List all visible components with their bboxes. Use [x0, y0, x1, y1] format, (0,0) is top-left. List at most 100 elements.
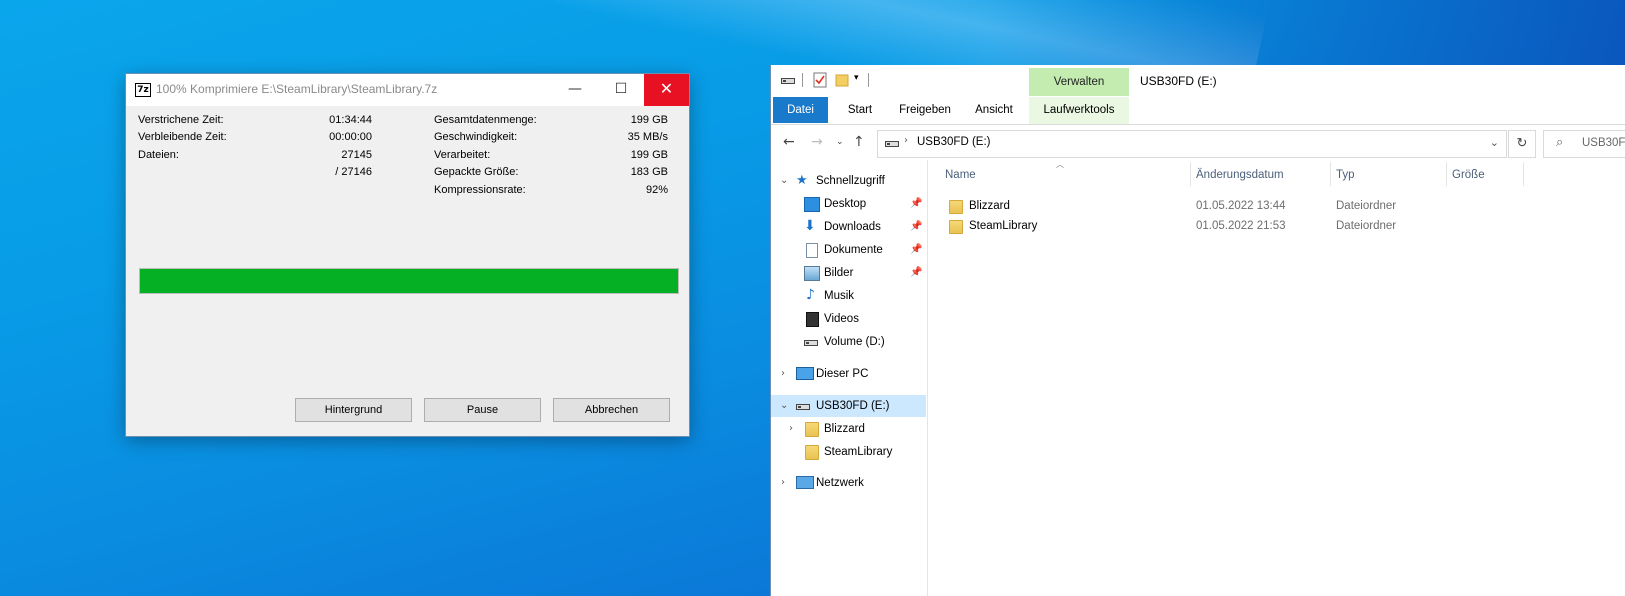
- document-icon: [806, 243, 818, 258]
- dialog-titlebar[interactable]: 7z 100% Komprimiere E:\SteamLibrary\Stea…: [126, 74, 689, 106]
- compression-dialog: 7z 100% Komprimiere E:\SteamLibrary\Stea…: [126, 74, 689, 436]
- minimize-icon: —: [568, 81, 582, 97]
- minimize-button[interactable]: —: [552, 74, 598, 106]
- address-bar[interactable]: › USB30FD (E:) ⌄: [877, 130, 1507, 158]
- column-header-size[interactable]: Größe: [1452, 169, 1485, 181]
- nav-pictures[interactable]: Bilder 📌: [771, 262, 926, 284]
- music-note-icon: ♪: [806, 287, 815, 303]
- tab-start[interactable]: Start: [833, 97, 887, 123]
- star-icon: ★: [796, 172, 808, 187]
- nav-label: SteamLibrary: [824, 446, 893, 458]
- refresh-button[interactable]: ↻: [1508, 130, 1536, 158]
- column-header-type[interactable]: Typ: [1336, 169, 1355, 181]
- close-button[interactable]: ✕: [644, 74, 689, 106]
- pin-icon[interactable]: 📌: [910, 262, 922, 284]
- navigation-bar: ← → ⌄ ↑ › USB30FD (E:) ⌄ ↻ ⌕ USB30FD: [771, 126, 1625, 160]
- tab-share[interactable]: Freigeben: [889, 97, 961, 123]
- file-type: Dateiordner: [1336, 220, 1397, 232]
- drive-icon: [781, 78, 795, 84]
- customize-qat-icon[interactable]: ▾: [854, 73, 859, 83]
- nav-usb-drive[interactable]: ⌄ USB30FD (E:): [771, 395, 926, 417]
- folder-icon: [805, 445, 819, 460]
- cancel-button[interactable]: Abbrechen: [553, 398, 670, 422]
- collapsed-chevron-icon[interactable]: ›: [781, 363, 785, 385]
- table-row[interactable]: Blizzard 01.05.2022 13:44 Dateiordner: [928, 196, 1625, 216]
- window-title: USB30FD (E:): [1140, 74, 1217, 88]
- nav-label: Downloads: [824, 221, 881, 233]
- expanded-chevron-icon[interactable]: ⌄: [780, 395, 788, 417]
- nav-label: Videos: [824, 313, 859, 325]
- breadcrumb-chevron-icon[interactable]: ›: [904, 135, 908, 146]
- compression-ratio-label: Kompressionsrate:: [434, 184, 526, 196]
- nav-music[interactable]: ♪ Musik: [771, 285, 926, 307]
- file-type: Dateiordner: [1336, 200, 1397, 212]
- nav-documents[interactable]: Dokumente 📌: [771, 239, 926, 261]
- nav-label: Volume (D:): [824, 336, 885, 348]
- column-divider[interactable]: [1523, 162, 1524, 186]
- processed-value: 199 GB: [630, 149, 668, 161]
- up-icon[interactable]: ↑: [853, 134, 865, 150]
- maximize-button[interactable]: ☐: [598, 74, 644, 106]
- progress-bar: [139, 268, 679, 294]
- files-label: Dateien:: [138, 149, 179, 161]
- pause-button[interactable]: Pause: [424, 398, 541, 422]
- nav-label: USB30FD (E:): [816, 400, 890, 412]
- new-folder-icon[interactable]: [835, 73, 849, 87]
- folder-icon: [949, 220, 963, 234]
- column-divider[interactable]: [1330, 162, 1331, 186]
- compression-ratio-value: 92%: [645, 184, 668, 196]
- sort-ascending-icon: ︿: [1056, 160, 1064, 169]
- remaining-time-value: 00:00:00: [329, 131, 372, 143]
- folder-icon: [949, 200, 963, 214]
- nav-videos[interactable]: Videos: [771, 308, 926, 330]
- nav-this-pc[interactable]: › Dieser PC: [771, 363, 926, 385]
- collapsed-chevron-icon[interactable]: ›: [789, 418, 793, 440]
- speed-label: Geschwindigkeit:: [434, 131, 518, 143]
- qat-separator: [868, 73, 869, 87]
- context-tab-manage[interactable]: Verwalten: [1029, 68, 1129, 96]
- ribbon-tabs: Datei Start Freigeben Ansicht Laufwerkto…: [771, 97, 1625, 125]
- recent-locations-icon[interactable]: ⌄: [836, 137, 844, 147]
- drive-icon: [885, 141, 899, 147]
- back-icon[interactable]: ←: [783, 134, 795, 150]
- desktop-icon: [804, 197, 820, 212]
- speed-value: 35 MB/s: [627, 131, 668, 143]
- tab-view[interactable]: Ansicht: [963, 97, 1025, 123]
- maximize-icon: ☐: [614, 81, 628, 97]
- search-icon: ⌕: [1556, 135, 1564, 150]
- collapsed-chevron-icon[interactable]: ›: [781, 472, 785, 494]
- column-header-date[interactable]: Änderungsdatum: [1196, 169, 1284, 181]
- drive-icon: [804, 340, 818, 346]
- column-divider[interactable]: [1446, 162, 1447, 186]
- nav-desktop[interactable]: Desktop 📌: [771, 193, 926, 215]
- nav-label: Bilder: [824, 267, 854, 279]
- expanded-chevron-icon[interactable]: ⌄: [780, 170, 788, 192]
- tab-drive-tools[interactable]: Laufwerktools: [1029, 97, 1129, 123]
- nav-quick-access[interactable]: ⌄ ★ Schnellzugriff: [771, 170, 926, 192]
- pin-icon[interactable]: 📌: [910, 193, 922, 215]
- address-dropdown-icon[interactable]: ⌄: [1490, 136, 1499, 149]
- background-button[interactable]: Hintergrund: [295, 398, 412, 422]
- search-box[interactable]: ⌕ USB30FD: [1543, 130, 1625, 158]
- properties-icon[interactable]: [813, 72, 827, 88]
- nav-steamlibrary[interactable]: SteamLibrary: [771, 441, 926, 463]
- refresh-icon: ↻: [1516, 135, 1528, 150]
- pin-icon[interactable]: 📌: [910, 239, 922, 261]
- tab-file[interactable]: Datei: [773, 97, 828, 123]
- address-text: USB30FD (E:): [917, 136, 991, 148]
- nav-network[interactable]: › Netzwerk: [771, 472, 926, 494]
- forward-icon[interactable]: →: [811, 134, 823, 150]
- table-row[interactable]: SteamLibrary 01.05.2022 21:53 Dateiordne…: [928, 216, 1625, 236]
- nav-blizzard[interactable]: › Blizzard: [771, 418, 926, 440]
- column-header-name[interactable]: Name: [945, 169, 976, 181]
- column-divider[interactable]: [1190, 162, 1191, 186]
- close-icon: ✕: [659, 79, 674, 98]
- explorer-window: ▾ Verwalten USB30FD (E:) Datei Start Fre…: [771, 65, 1625, 596]
- network-icon: [796, 476, 814, 489]
- files-value: 27145: [341, 149, 372, 161]
- nav-downloads[interactable]: ⬇ Downloads 📌: [771, 216, 926, 238]
- qat-separator: [802, 73, 803, 87]
- total-size-label: Gesamtdatenmenge:: [434, 114, 537, 126]
- pin-icon[interactable]: 📌: [910, 216, 922, 238]
- nav-volume-d[interactable]: Volume (D:): [771, 331, 926, 353]
